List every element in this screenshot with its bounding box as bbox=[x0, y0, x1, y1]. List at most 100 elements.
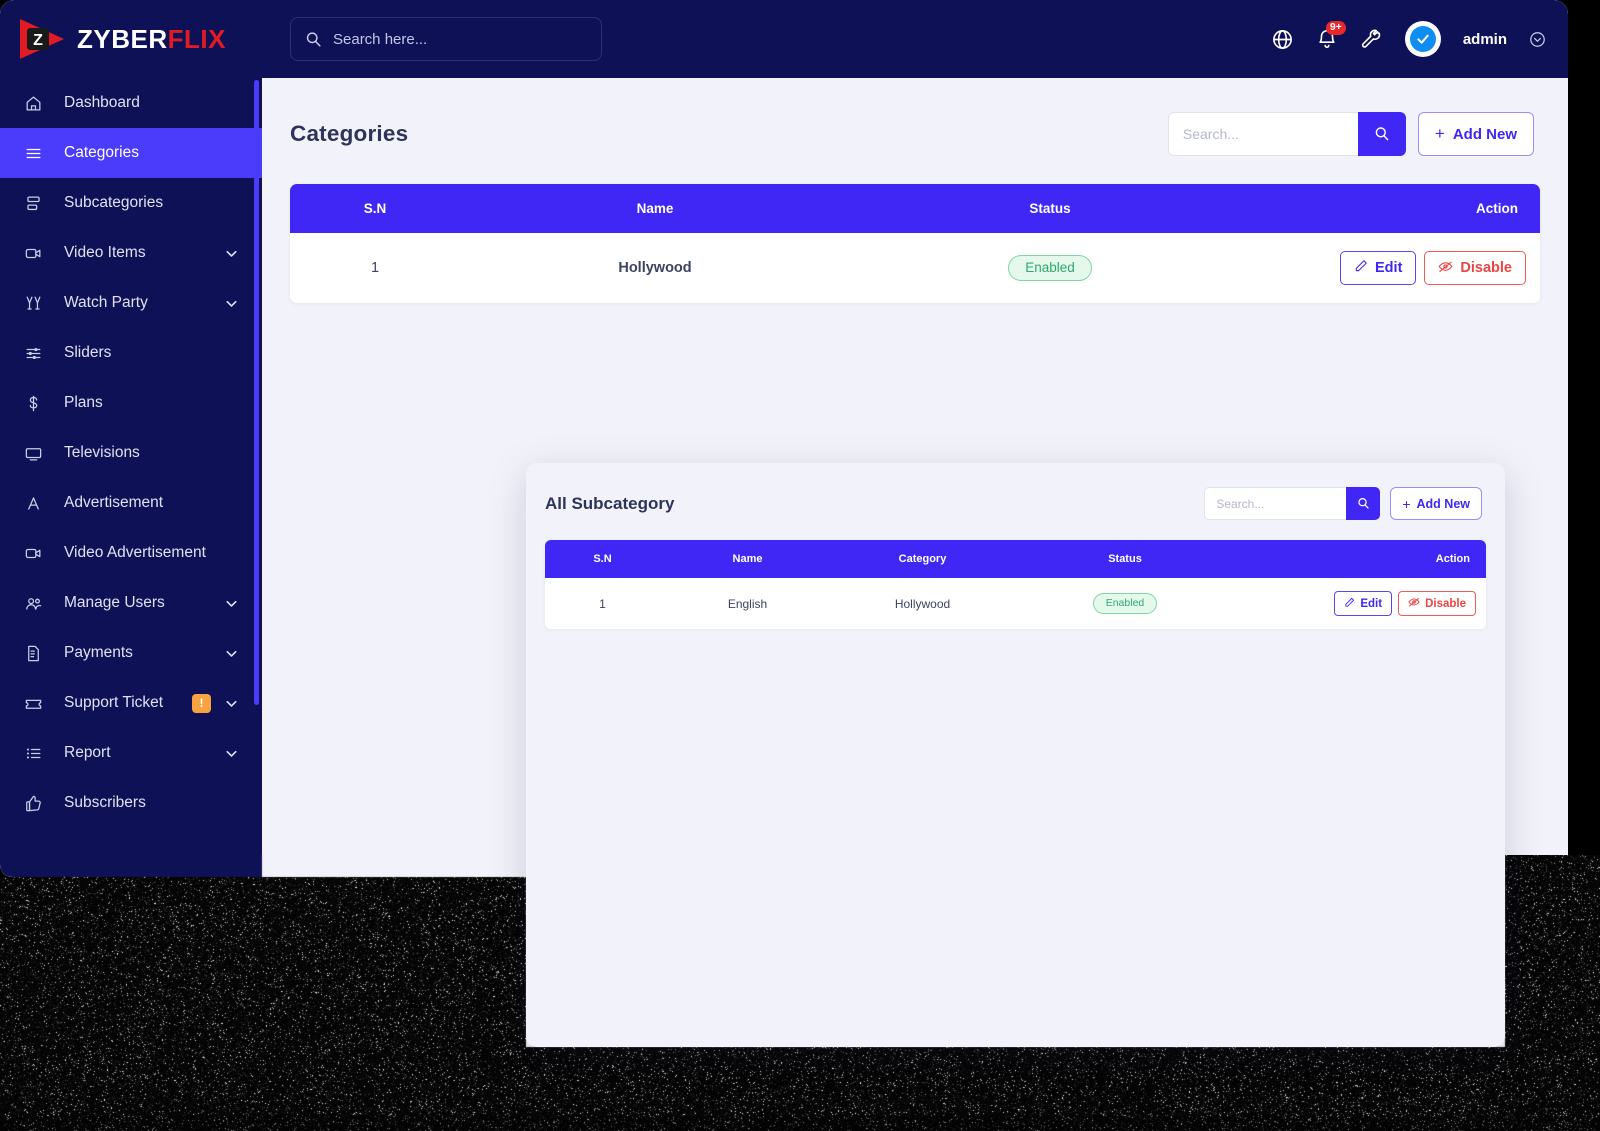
search-icon bbox=[305, 31, 322, 48]
col-name: Name bbox=[460, 184, 850, 233]
categories-search bbox=[1168, 112, 1406, 156]
users-group-icon bbox=[24, 592, 50, 614]
sidebar-item-label: Video Items bbox=[64, 244, 220, 262]
add-new-category-button[interactable]: + Add New bbox=[1418, 112, 1534, 156]
bell-icon[interactable]: 9+ bbox=[1316, 28, 1338, 50]
sidebar-scrollbar[interactable] bbox=[254, 80, 259, 705]
global-search-input[interactable] bbox=[333, 31, 587, 48]
sidebar-item-video-items[interactable]: Video Items bbox=[0, 228, 262, 278]
edit-button[interactable]: Edit bbox=[1334, 591, 1392, 616]
chevron-down-icon[interactable] bbox=[220, 695, 242, 712]
cell-sn: 1 bbox=[290, 233, 460, 303]
chevron-down-icon[interactable] bbox=[220, 245, 242, 262]
edit-label: Edit bbox=[1360, 598, 1382, 610]
add-new-subcategory-button[interactable]: + Add New bbox=[1390, 487, 1482, 520]
svg-text:Z: Z bbox=[33, 32, 43, 49]
sidebar-item-label: Plans bbox=[64, 394, 262, 412]
chevron-down-icon[interactable] bbox=[220, 595, 242, 612]
table-header-row: S.N Name Status Action bbox=[290, 184, 1540, 233]
sidebar-item-televisions[interactable]: Televisions bbox=[0, 428, 262, 478]
tv-icon bbox=[24, 442, 50, 464]
page-title: Categories bbox=[290, 121, 408, 147]
eye-slash-icon bbox=[1438, 259, 1453, 278]
letter-a-icon bbox=[24, 492, 50, 514]
disable-button[interactable]: Disable bbox=[1398, 591, 1476, 616]
edit-button[interactable]: Edit bbox=[1340, 251, 1416, 285]
sidebar-item-label: Subscribers bbox=[64, 794, 262, 812]
globe-icon[interactable] bbox=[1271, 28, 1294, 51]
cell-sn: 1 bbox=[545, 578, 660, 629]
play-logo-icon: Z bbox=[14, 14, 68, 64]
sidebar-item-subscribers[interactable]: Subscribers bbox=[0, 778, 262, 828]
cell-action: Edit Disable bbox=[1250, 233, 1540, 303]
video-camera-icon bbox=[24, 542, 50, 564]
sidebar-item-label: Support Ticket bbox=[64, 694, 192, 712]
sidebar-item-label: Video Advertisement bbox=[64, 544, 262, 562]
sidebar-item-label: Advertisement bbox=[64, 494, 262, 512]
eye-slash-icon bbox=[1408, 596, 1420, 611]
disable-button[interactable]: Disable bbox=[1424, 251, 1526, 285]
sidebar-item-label: Subcategories bbox=[64, 194, 262, 212]
sidebar-item-video-advertisement[interactable]: Video Advertisement bbox=[0, 528, 262, 578]
topbar-actions: 9+ admin bbox=[1271, 21, 1546, 57]
sidebar-item-advertisement[interactable]: Advertisement bbox=[0, 478, 262, 528]
brand-name-primary: ZYBER bbox=[77, 24, 168, 54]
sidebar-item-watch-party[interactable]: Watch Party bbox=[0, 278, 262, 328]
sidebar-item-label: Dashboard bbox=[64, 94, 262, 112]
col-sn: S.N bbox=[545, 540, 660, 578]
sidebar-item-sliders[interactable]: Sliders bbox=[0, 328, 262, 378]
categories-search-button[interactable] bbox=[1358, 112, 1406, 156]
sidebar-item-label: Report bbox=[64, 744, 220, 762]
sidebar-item-categories[interactable]: Categories bbox=[0, 128, 262, 178]
table-row: 1 Hollywood Enabled Edit Disable bbox=[290, 233, 1540, 303]
sidebar-item-subcategories[interactable]: Subcategories bbox=[0, 178, 262, 228]
sidebar-item-plans[interactable]: Plans bbox=[0, 378, 262, 428]
global-search[interactable] bbox=[290, 17, 602, 61]
sidebar-item-support-ticket[interactable]: Support Ticket! bbox=[0, 678, 262, 728]
thumbs-up-icon bbox=[24, 792, 50, 814]
categories-search-input[interactable] bbox=[1168, 112, 1358, 156]
sidebar-item-dashboard[interactable]: Dashboard bbox=[0, 78, 262, 128]
row-actions: Edit Disable bbox=[1250, 251, 1540, 285]
table-row: 1 English Hollywood Enabled Edit Disable bbox=[545, 578, 1486, 629]
sidebar-item-report[interactable]: Report bbox=[0, 728, 262, 778]
col-category: Category bbox=[835, 540, 1010, 578]
add-new-label: Add New bbox=[1453, 126, 1517, 143]
sidebar-item-badge: ! bbox=[192, 694, 211, 713]
cell-status: Enabled bbox=[850, 233, 1250, 303]
chevron-down-icon[interactable] bbox=[220, 295, 242, 312]
menu-lines-icon bbox=[24, 142, 50, 164]
col-action: Action bbox=[1250, 184, 1540, 233]
col-status: Status bbox=[1010, 540, 1240, 578]
add-new-label: Add New bbox=[1417, 497, 1470, 511]
wrench-icon[interactable] bbox=[1360, 28, 1383, 51]
topbar: 9+ admin bbox=[262, 0, 1568, 78]
cheers-glasses-icon bbox=[24, 292, 50, 314]
chevron-down-icon[interactable] bbox=[220, 645, 242, 662]
user-name[interactable]: admin bbox=[1463, 31, 1507, 48]
chevron-down-icon[interactable] bbox=[1529, 31, 1546, 48]
categories-table-card: S.N Name Status Action 1 Hollywood Enabl… bbox=[290, 184, 1540, 303]
cell-name: English bbox=[660, 578, 835, 629]
col-name: Name bbox=[660, 540, 835, 578]
brand-name-accent: FLIX bbox=[168, 24, 226, 54]
sidebar-item-label: Sliders bbox=[64, 344, 262, 362]
subcategory-table-body: 1 English Hollywood Enabled Edit Disable bbox=[545, 578, 1486, 629]
brand-logo[interactable]: Z ZYBERFLIX bbox=[0, 0, 262, 78]
sidebar-item-payments[interactable]: Payments bbox=[0, 628, 262, 678]
subcategory-search-input[interactable] bbox=[1204, 487, 1346, 520]
subcategory-search bbox=[1204, 487, 1380, 520]
table-header-row: S.N Name Category Status Action bbox=[545, 540, 1486, 578]
cell-action: Edit Disable bbox=[1240, 578, 1486, 629]
layers-icon bbox=[24, 192, 50, 214]
chevron-down-icon[interactable] bbox=[220, 745, 242, 762]
plus-icon: + bbox=[1402, 496, 1410, 512]
sidebar-item-label: Payments bbox=[64, 644, 220, 662]
dollar-icon bbox=[24, 392, 50, 414]
avatar[interactable] bbox=[1405, 21, 1441, 57]
subcategory-search-button[interactable] bbox=[1346, 487, 1380, 520]
subcategory-panel-header: All Subcategory + Add New bbox=[526, 463, 1505, 520]
col-status: Status bbox=[850, 184, 1250, 233]
disable-label: Disable bbox=[1425, 598, 1466, 610]
sidebar-item-manage-users[interactable]: Manage Users bbox=[0, 578, 262, 628]
